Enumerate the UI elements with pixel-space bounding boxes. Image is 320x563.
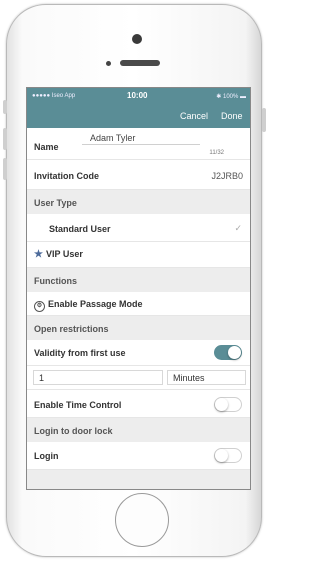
app-screen: ●●●●● Iseo App 10:00 ✱ 100% ▬ Cancel Don… — [26, 87, 251, 490]
standard-user-option[interactable]: Standard User ✓ — [27, 214, 250, 242]
status-carrier: ●●●●● Iseo App — [32, 93, 76, 99]
user-type-header-label: User Type — [34, 198, 77, 208]
gear-icon: ⚙ — [34, 301, 45, 312]
toggle-knob — [215, 398, 228, 411]
vip-user-label: VIP User — [45, 249, 83, 259]
login-label: Login — [34, 451, 59, 461]
functions-header: Functions — [27, 268, 250, 292]
login-door-lock-header-label: Login to door lock — [34, 426, 113, 436]
validity-label: Validity from first use — [34, 348, 126, 358]
name-row: Name Adam Tyler 11/32 — [27, 128, 250, 160]
name-char-counter: 11/32 — [209, 150, 224, 156]
time-control-toggle[interactable] — [214, 397, 242, 412]
time-control-row: Enable Time Control — [27, 390, 250, 418]
volume-up-button — [3, 128, 7, 150]
nav-bar: ●●●●● Iseo App 10:00 ✱ 100% ▬ Cancel Don… — [27, 88, 250, 128]
open-restrictions-header: Open restrictions — [27, 316, 250, 340]
volume-down-button — [3, 158, 7, 180]
proximity-sensor — [106, 61, 111, 66]
status-battery: ✱ 100% ▬ — [216, 94, 246, 100]
name-input[interactable]: Adam Tyler — [82, 133, 200, 145]
validity-row: Validity from first use — [27, 340, 250, 366]
duration-value-input[interactable]: 1 — [33, 370, 163, 385]
status-time: 10:00 — [127, 91, 148, 100]
toggle-knob — [215, 449, 228, 462]
enable-passage-mode-row[interactable]: ⚙ Enable Passage Mode — [27, 292, 250, 316]
invitation-code-row: Invitation Code J2JRB0 — [27, 160, 250, 190]
standard-user-label: Standard User — [49, 224, 111, 234]
front-camera — [132, 34, 142, 44]
mute-switch — [3, 100, 7, 114]
open-restrictions-header-label: Open restrictions — [34, 324, 109, 334]
invitation-code-label: Invitation Code — [34, 171, 99, 181]
login-row: Login — [27, 442, 250, 470]
done-button[interactable]: Done — [221, 111, 243, 121]
time-control-label: Enable Time Control — [34, 400, 122, 410]
power-button — [262, 108, 266, 132]
functions-header-label: Functions — [34, 276, 77, 286]
validity-toggle[interactable] — [214, 345, 242, 360]
user-type-header: User Type — [27, 190, 250, 214]
login-toggle[interactable] — [214, 448, 242, 463]
vip-user-option[interactable]: ★ VIP User — [27, 242, 250, 268]
home-button[interactable] — [115, 493, 169, 547]
star-icon: ★ — [34, 249, 43, 260]
duration-row: 1 Minutes — [27, 366, 250, 390]
passage-mode-label: Enable Passage Mode — [48, 299, 143, 309]
name-label: Name — [34, 142, 59, 152]
toggle-knob — [228, 346, 241, 359]
invitation-code-value: J2JRB0 — [211, 171, 243, 181]
login-door-lock-header: Login to door lock — [27, 418, 250, 442]
earpiece-speaker — [120, 60, 160, 66]
duration-unit-select[interactable]: Minutes — [167, 370, 246, 385]
cancel-button[interactable]: Cancel — [180, 111, 208, 121]
bottom-filler — [27, 470, 250, 489]
checkmark-icon: ✓ — [234, 223, 242, 233]
